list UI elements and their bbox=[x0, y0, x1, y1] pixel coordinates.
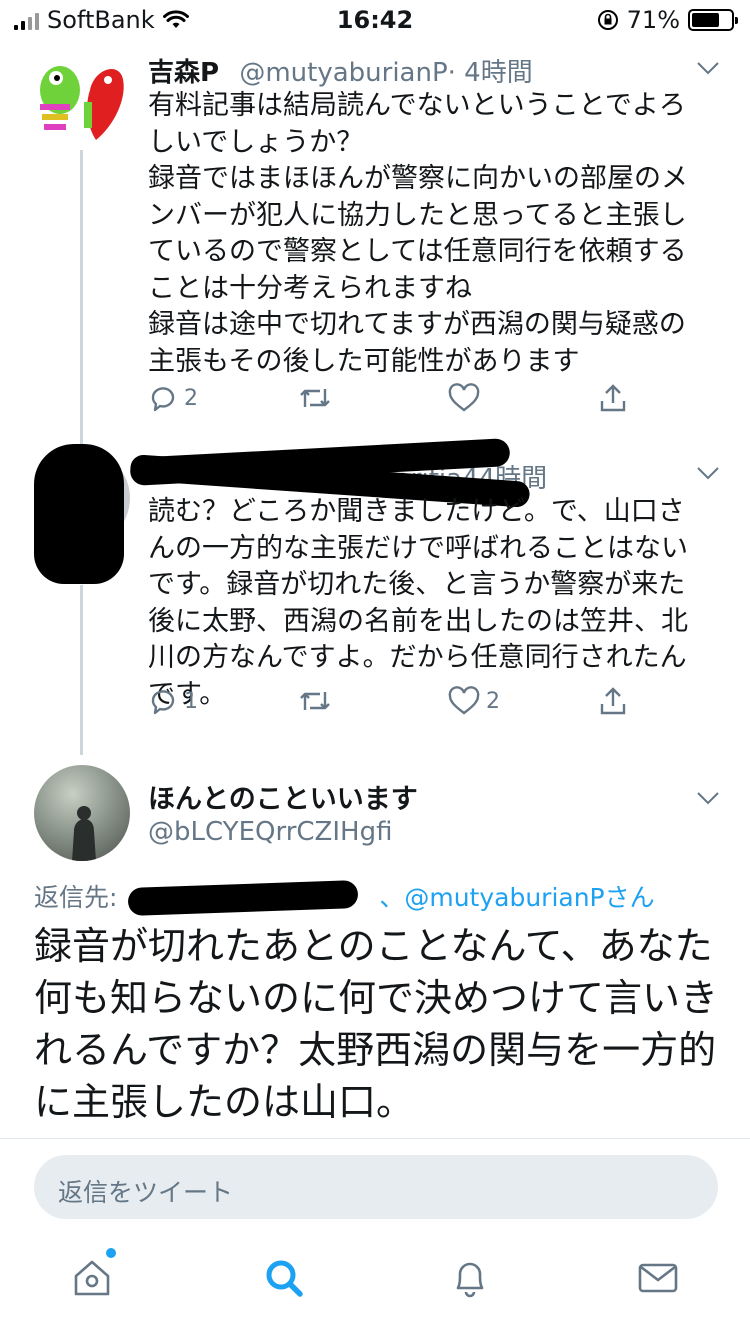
tweet-actions: 1 2 bbox=[148, 686, 668, 726]
reply-icon bbox=[151, 690, 175, 715]
notification-dot bbox=[106, 1248, 116, 1258]
tweet-text: 有料記事は結局読んでないということでよろしいでしょうか？ 録音ではまほほんが警察… bbox=[148, 90, 688, 377]
chevron-down-icon[interactable] bbox=[696, 790, 720, 806]
retweet-icon bbox=[300, 389, 330, 407]
like-button[interactable] bbox=[448, 383, 480, 413]
heart-icon bbox=[448, 383, 480, 412]
avatar[interactable] bbox=[34, 765, 130, 861]
share-button[interactable] bbox=[598, 383, 628, 413]
tweet-text: 録音が切れたあとのことなんて、あなた何も知らないのに何で決めつけて言いきれるんで… bbox=[34, 924, 719, 1124]
like-count: 2 bbox=[486, 688, 500, 714]
share-icon bbox=[600, 687, 626, 715]
status-right: 71% bbox=[597, 6, 738, 34]
heart-icon bbox=[448, 686, 480, 715]
status-bar: SoftBank 16:42 71% bbox=[0, 0, 750, 40]
battery-percent: 71% bbox=[626, 6, 680, 34]
tweet-text: 読む？どころか聞きましたけど。で、山口さんの一方的な主張だけで呼ばれることはない… bbox=[148, 496, 688, 710]
retweet-button[interactable] bbox=[298, 383, 332, 413]
notifications-icon[interactable] bbox=[448, 1256, 492, 1300]
reply-icon bbox=[151, 387, 175, 412]
messages-icon[interactable] bbox=[636, 1256, 680, 1300]
retweet-icon bbox=[300, 692, 330, 710]
reply-button[interactable]: 1 bbox=[148, 686, 198, 716]
display-name[interactable]: 吉森P bbox=[148, 58, 219, 88]
home-icon[interactable] bbox=[70, 1256, 114, 1300]
like-button[interactable]: 2 bbox=[448, 686, 500, 716]
reply-button[interactable]: 2 bbox=[148, 383, 198, 413]
tweet-header: 吉森P @mutyaburianP· 4時間 bbox=[148, 52, 533, 89]
user-handle[interactable]: @mutyaburianP bbox=[239, 58, 447, 88]
share-button[interactable] bbox=[598, 686, 628, 716]
display-name[interactable]: ほんとのこといいます bbox=[148, 777, 418, 816]
reply-input[interactable]: 返信をツイート bbox=[34, 1155, 718, 1219]
search-icon[interactable] bbox=[262, 1256, 306, 1300]
retweet-button[interactable] bbox=[298, 686, 332, 716]
chevron-down-icon[interactable] bbox=[696, 60, 720, 76]
tweet-time: · 4時間 bbox=[447, 58, 533, 88]
avatar[interactable] bbox=[34, 52, 130, 148]
redaction-mark bbox=[34, 444, 124, 584]
reply-count: 2 bbox=[184, 385, 198, 411]
share-icon bbox=[600, 384, 626, 412]
thread-line bbox=[80, 585, 83, 755]
reply-bar: 返信をツイート bbox=[0, 1138, 750, 1242]
chevron-down-icon[interactable] bbox=[696, 465, 720, 481]
reply-to-label: 返信先: bbox=[34, 883, 118, 912]
reply-to-link[interactable]: 、@mutyaburianPさん bbox=[379, 883, 654, 912]
tab-bar bbox=[0, 1242, 750, 1334]
reply-count: 1 bbox=[184, 688, 198, 714]
tweet-actions: 2 bbox=[148, 383, 668, 423]
battery-level bbox=[692, 13, 719, 27]
user-handle[interactable]: @bLCYEQrrCZIHgfi bbox=[148, 817, 392, 847]
orientation-lock-icon bbox=[597, 10, 618, 30]
battery-icon bbox=[688, 9, 738, 31]
thread-line bbox=[80, 150, 83, 460]
